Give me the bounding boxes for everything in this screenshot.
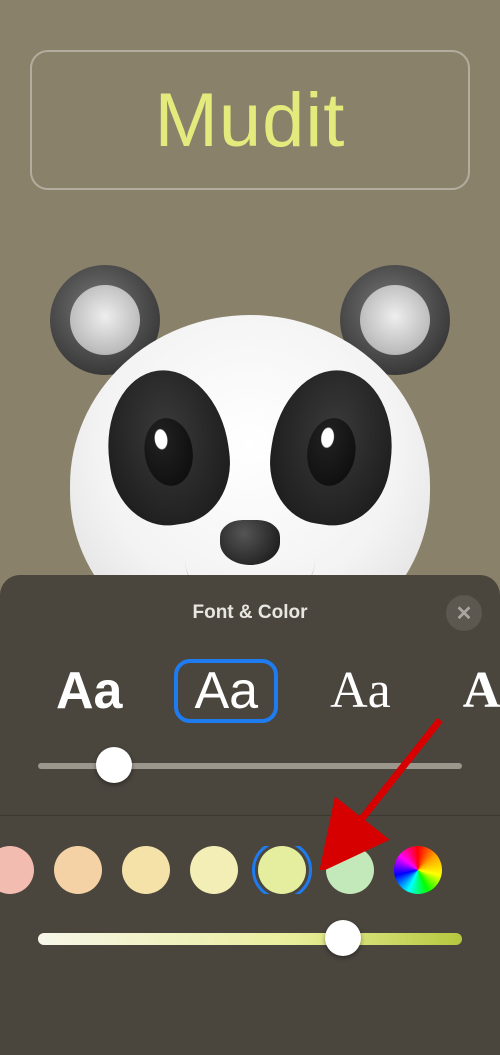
- divider: [0, 815, 500, 816]
- color-swatch-2[interactable]: [122, 846, 170, 894]
- color-picker-button[interactable]: [394, 846, 442, 894]
- font-options[interactable]: Aa Aa Aa Aa: [36, 659, 500, 723]
- color-options[interactable]: [0, 846, 500, 894]
- color-swatch-3[interactable]: [190, 846, 238, 894]
- color-swatch-1[interactable]: [54, 846, 102, 894]
- font-size-slider[interactable]: [38, 757, 462, 775]
- color-tint-slider[interactable]: [38, 930, 462, 948]
- font-option-3[interactable]: Aa: [310, 659, 411, 723]
- close-icon: ✕: [456, 601, 473, 626]
- slider-thumb[interactable]: [96, 747, 132, 783]
- tint-track: [38, 933, 462, 945]
- font-option-1[interactable]: Aa: [36, 659, 142, 723]
- contact-name: Mudit: [155, 77, 346, 164]
- color-swatch-0[interactable]: [0, 846, 34, 894]
- contact-name-card[interactable]: Mudit: [30, 50, 470, 190]
- color-swatch-4[interactable]: [258, 846, 306, 894]
- font-option-2[interactable]: Aa: [174, 659, 278, 723]
- close-button[interactable]: ✕: [446, 595, 482, 631]
- panel-title: Font & Color: [192, 602, 307, 624]
- font-color-panel: Font & Color ✕ Aa Aa Aa Aa: [0, 575, 500, 1055]
- font-option-4[interactable]: Aa: [443, 659, 500, 723]
- tint-thumb[interactable]: [325, 920, 361, 956]
- color-swatch-5[interactable]: [326, 846, 374, 894]
